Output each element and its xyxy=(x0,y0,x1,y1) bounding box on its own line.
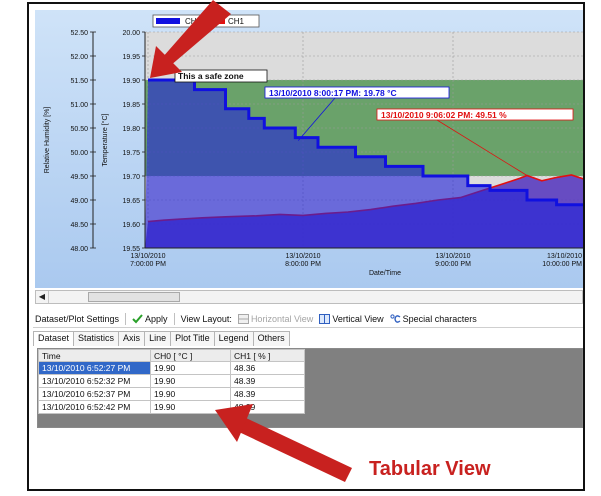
temperature-tick-label: 19.90 xyxy=(122,78,140,85)
table-cell[interactable]: 48.36 xyxy=(230,361,305,375)
legend-swatch-ch1 xyxy=(209,18,225,24)
table-cell[interactable]: 48.39 xyxy=(230,400,305,414)
table-cell[interactable]: 19.90 xyxy=(150,361,231,375)
settings-tabs: Dataset Statistics Axis Line Plot Title … xyxy=(33,331,290,346)
temperature-tick-label: 19.95 xyxy=(122,54,140,61)
humidity-tick-label: 51.50 xyxy=(70,78,88,85)
x-tick-label-date: 13/10/2010 xyxy=(285,253,320,260)
screenshot-frame: 52.50 52.00 51.50 51.00 50.50 50.00 49.50 49.00… xyxy=(27,2,585,491)
table-cell[interactable]: 13/10/2010 6:52:32 PM xyxy=(38,374,151,388)
degree-celsius-icon xyxy=(390,313,401,323)
humidity-tick-label: 52.00 xyxy=(70,54,88,61)
humidity-tick-label: 51.00 xyxy=(70,102,88,109)
x-tick-label-time: 8:00:00 PM xyxy=(285,261,321,268)
humidity-tick-label: 52.50 xyxy=(70,30,88,37)
x-tick-label-date: 13/10/2010 xyxy=(547,253,582,260)
special-characters-label: Special characters xyxy=(402,313,477,324)
table-cell[interactable]: 19.90 xyxy=(150,400,231,414)
temperature-tick-label: 19.65 xyxy=(122,198,140,205)
humidity-tick-label: 49.50 xyxy=(70,174,88,181)
legend-label-ch0: CH0 xyxy=(185,17,202,26)
column-header-ch0[interactable]: CH0 [ °C ] xyxy=(150,349,231,362)
tabular-view-callout: Tabular View xyxy=(369,458,491,480)
horizontal-scrollbar[interactable]: ◀ xyxy=(35,290,583,304)
tab-dataset[interactable]: Dataset xyxy=(33,331,75,346)
temperature-tick-label: 19.55 xyxy=(122,246,140,253)
tab-line[interactable]: Line xyxy=(145,331,172,346)
dataset-grid: Time CH0 [ °C ] CH1 [ % ] 13/10/2010 6:5… xyxy=(37,348,583,428)
x-tick-label-time: 9:00:00 PM xyxy=(435,261,471,268)
table-row[interactable]: 13/10/2010 6:52:27 PM 19.90 48.36 xyxy=(38,361,305,375)
vertical-layout-icon xyxy=(319,313,331,324)
data-table: Time CH0 [ °C ] CH1 [ % ] 13/10/2010 6:5… xyxy=(38,349,305,414)
tab-statistics[interactable]: Statistics xyxy=(74,331,120,346)
temperature-tick-label: 20.00 xyxy=(122,30,140,37)
humidity-tick-label: 49.00 xyxy=(70,198,88,205)
table-header-row: Time CH0 [ °C ] CH1 [ % ] xyxy=(38,349,305,362)
horizontal-view-label: Horizontal View xyxy=(250,313,314,324)
special-characters-button[interactable]: Special characters xyxy=(390,314,477,324)
table-cell[interactable]: 19.90 xyxy=(150,387,231,401)
scroll-thumb[interactable] xyxy=(88,292,180,302)
humidity-tick-label: 48.50 xyxy=(70,222,88,229)
apply-button[interactable]: Apply xyxy=(132,314,168,324)
vertical-view-label: Vertical View xyxy=(332,313,384,324)
tab-others[interactable]: Others xyxy=(253,331,290,346)
temperature-tick-label: 19.75 xyxy=(122,150,140,157)
humidity-tick-label: 50.00 xyxy=(70,150,88,157)
x-tick-label-time: 10:00:00 PM xyxy=(542,261,582,268)
x-tick-label-date: 13/10/2010 xyxy=(435,253,470,260)
scroll-left-icon[interactable]: ◀ xyxy=(36,291,49,303)
safe-zone-annotation: This a safe zone xyxy=(178,71,244,81)
table-cell[interactable]: 13/10/2010 6:52:27 PM xyxy=(38,361,151,375)
toolbar-divider xyxy=(125,312,127,325)
temperature-tick-label: 19.85 xyxy=(122,102,140,109)
table-row[interactable]: 13/10/2010 6:52:42 PM 19.90 48.39 xyxy=(38,400,305,414)
humidity-tick-label: 50.50 xyxy=(70,126,88,133)
legend-swatch-ch0 xyxy=(156,18,180,24)
temperature-tick-label: 19.70 xyxy=(122,174,140,181)
checkmark-icon xyxy=(132,313,143,323)
ch1-annotation: 13/10/2010 9:06:02 PM: 49.51 % xyxy=(381,110,507,120)
humidity-tick-label: 48.00 xyxy=(70,246,88,253)
tab-axis[interactable]: Axis xyxy=(119,331,146,346)
table-cell[interactable]: 48.39 xyxy=(230,387,305,401)
table-cell[interactable]: 13/10/2010 6:52:42 PM xyxy=(38,400,151,414)
column-header-time[interactable]: Time xyxy=(38,349,151,362)
x-tick-label-time: 7:00:00 PM xyxy=(130,261,166,268)
column-header-ch1[interactable]: CH1 [ % ] xyxy=(230,349,305,362)
table-row[interactable]: 13/10/2010 6:52:32 PM 19.90 48.39 xyxy=(38,374,305,388)
vertical-view-button[interactable]: Vertical View xyxy=(319,313,384,324)
table-row[interactable]: 13/10/2010 6:52:37 PM 19.90 48.39 xyxy=(38,387,305,401)
settings-toolbar: Dataset/Plot Settings Apply View Layout:… xyxy=(33,310,583,328)
table-cell[interactable]: 48.39 xyxy=(230,374,305,388)
dataset-plot-settings-label: Dataset/Plot Settings xyxy=(35,313,120,324)
temperature-tick-label: 19.80 xyxy=(122,126,140,133)
humidity-axis-label: Relative Humidity [%] xyxy=(44,107,51,174)
horizontal-view-button[interactable]: Horizontal View xyxy=(237,313,314,324)
horizontal-layout-icon xyxy=(237,313,249,324)
legend-label-ch1: CH1 xyxy=(228,17,245,26)
temperature-axis-label: Temperature [°C] xyxy=(101,113,109,166)
temperature-tick-label: 19.60 xyxy=(122,222,140,229)
x-axis-label: Date/Time xyxy=(369,270,401,277)
apply-label: Apply xyxy=(145,313,168,324)
tab-legend[interactable]: Legend xyxy=(214,331,254,346)
ch0-annotation: 13/10/2010 8:00:17 PM: 19.78 °C xyxy=(269,88,397,98)
chart-panel: 52.50 52.00 51.50 51.00 50.50 50.00 49.50 49.00… xyxy=(35,10,583,288)
table-cell[interactable]: 19.90 xyxy=(150,374,231,388)
table-cell[interactable]: 13/10/2010 6:52:37 PM xyxy=(38,387,151,401)
toolbar-divider xyxy=(173,312,175,325)
chart: 52.50 52.00 51.50 51.00 50.50 50.00 49.50 49.00… xyxy=(44,14,583,277)
x-tick-label-date: 13/10/2010 xyxy=(130,253,165,260)
view-layout-label: View Layout: xyxy=(180,313,232,324)
tab-plot-title[interactable]: Plot Title xyxy=(171,331,215,346)
